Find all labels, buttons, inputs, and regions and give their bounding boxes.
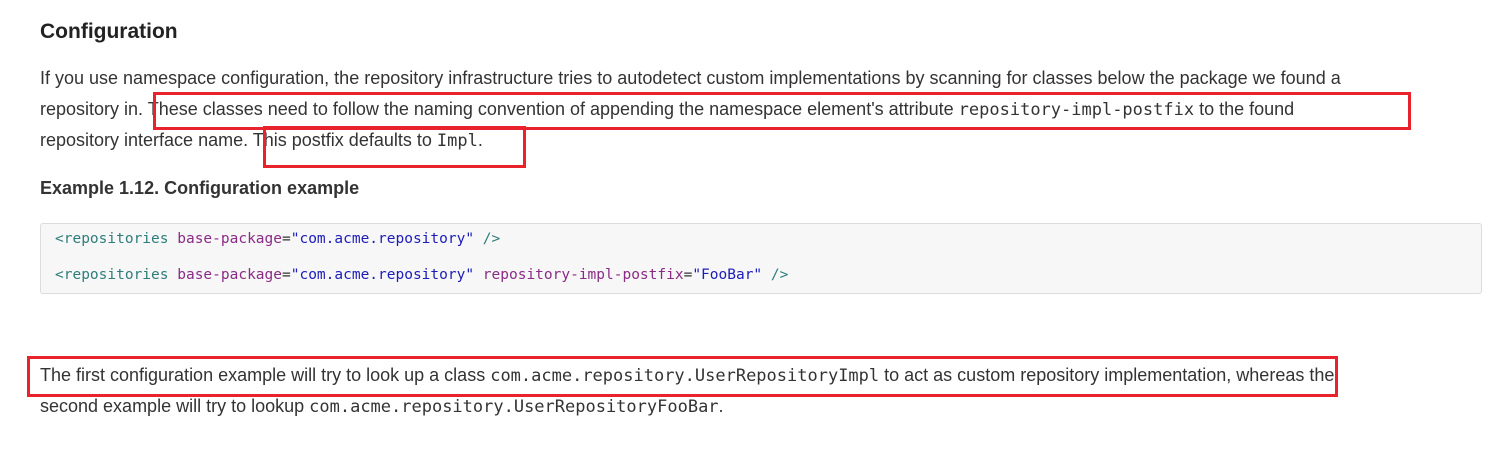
code-value: "com.acme.repository" — [290, 231, 475, 247]
code-example-block: <repositories base-package="com.acme.rep… — [40, 223, 1482, 294]
intro-line-2: repository in. These classes need to fol… — [40, 94, 1294, 126]
outro-line-2: second example will try to lookup com.ac… — [40, 391, 724, 423]
inline-code-user-repository-impl: com.acme.repository.UserRepositoryImpl — [490, 366, 880, 386]
inline-code-user-repository-foobar: com.acme.repository.UserRepositoryFooBar — [309, 397, 719, 417]
outro-text: . — [718, 396, 724, 416]
code-line-1: <repositories base-package="com.acme.rep… — [55, 231, 500, 247]
code-tag-close: /> — [474, 231, 501, 247]
outro-line-1: The first configuration example will try… — [40, 360, 1334, 392]
code-eq: = — [282, 267, 291, 283]
code-value: "com.acme.repository" — [290, 267, 475, 283]
intro-highlighted-text: These classes need to follow the naming … — [147, 99, 959, 119]
code-tag-close: /> — [762, 267, 789, 283]
intro-line-1: If you use namespace configuration, the … — [40, 63, 1341, 94]
code-value: "FooBar" — [692, 267, 763, 283]
outro-text: The first configuration example will try… — [40, 365, 491, 385]
code-tag: <repositories — [55, 267, 169, 283]
intro-text: repository in. — [40, 99, 148, 119]
code-attr: base-package — [168, 267, 282, 283]
intro-line-3: repository interface name. This postfix … — [40, 125, 483, 157]
section-heading: Configuration — [40, 20, 178, 43]
inline-code-impl-postfix: repository-impl-postfix — [958, 100, 1195, 120]
intro-text: If you use namespace configuration, the … — [40, 68, 1341, 88]
outro-text: second example will try to lookup — [40, 396, 310, 416]
intro-text: to the found — [1194, 99, 1295, 119]
code-line-2: <repositories base-package="com.acme.rep… — [55, 267, 788, 283]
code-eq: = — [282, 231, 291, 247]
code-tag: <repositories — [55, 231, 169, 247]
code-attr: base-package — [168, 231, 282, 247]
code-attr: repository-impl-postfix — [474, 267, 684, 283]
outro-text: , whereas the — [1226, 365, 1335, 385]
outro-text: to act as custom repository implementati… — [879, 365, 1227, 385]
intro-highlighted-text: This postfix defaults to — [252, 130, 437, 150]
intro-text: . — [477, 130, 483, 150]
code-eq: = — [683, 267, 693, 283]
inline-code-impl: Impl — [436, 131, 478, 151]
intro-text: repository interface name. — [40, 130, 253, 150]
example-title: Example 1.12. Configuration example — [40, 178, 360, 198]
